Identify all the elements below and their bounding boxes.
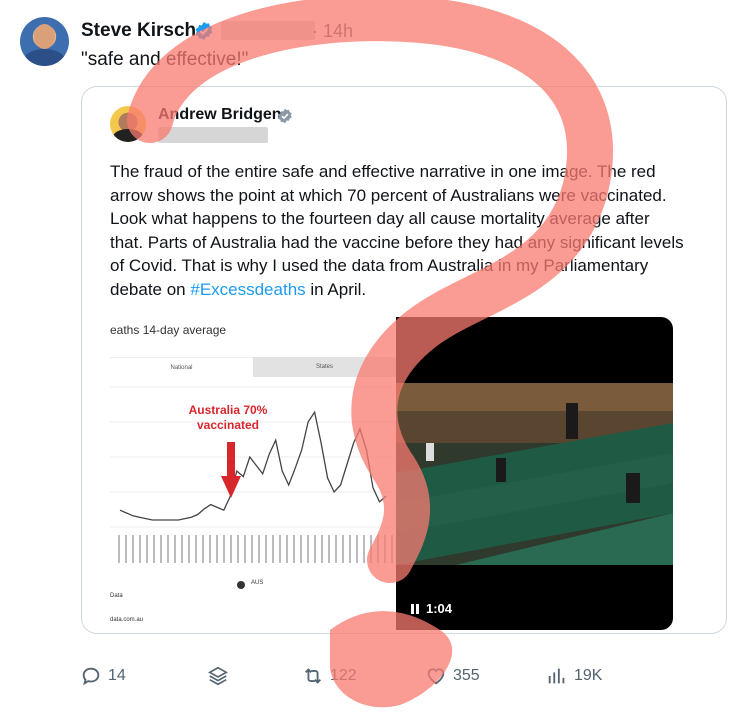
reply-icon (82, 667, 100, 686)
chart-source-label: Data (110, 593, 123, 599)
x-tick-label (363, 535, 365, 563)
like-button[interactable]: 355 (425, 665, 480, 687)
x-tick-label (377, 535, 379, 563)
verified-badge-icon (195, 21, 213, 41)
quoted-author-name[interactable]: Andrew Bridgen (158, 106, 282, 124)
x-tick-label (314, 535, 316, 563)
quoted-author-avatar[interactable] (110, 106, 146, 142)
hashtag-link[interactable]: #Excessdeaths (190, 280, 305, 299)
retweet-icon (305, 668, 321, 684)
retweet-button[interactable]: 122 (302, 665, 357, 687)
x-tick-label (125, 535, 127, 563)
author-name[interactable]: Steve Kirsch (81, 20, 196, 42)
x-tick-label (370, 535, 372, 563)
x-tick-label (195, 535, 197, 563)
x-tick-label (356, 535, 358, 563)
parliament-video-frame (396, 383, 673, 565)
action-bar: 14 122 355 19K (0, 665, 750, 695)
avatar-face (34, 24, 55, 49)
annotation-line1: Australia 70% (188, 403, 268, 417)
x-tick-label (279, 535, 281, 563)
quoted-text-end: in April. (305, 279, 367, 299)
view-count: 19K (574, 667, 603, 684)
x-tick-label (244, 535, 246, 563)
x-tick-label (216, 535, 218, 563)
x-tick-label (258, 535, 260, 563)
avatar-suit (113, 129, 143, 142)
chart-tab-national: National (110, 357, 253, 378)
x-tick-label (307, 535, 309, 563)
x-tick-label (349, 535, 351, 563)
annotation-line2: vaccinated (196, 418, 260, 432)
pause-icon[interactable] (410, 604, 420, 614)
x-tick-label (223, 535, 225, 563)
tweet-time[interactable]: · 14h (312, 21, 353, 42)
x-tick-label (139, 535, 141, 563)
reply-button[interactable]: 14 (80, 665, 126, 687)
x-tick-label (293, 535, 295, 563)
bookmark-stack-button[interactable] (207, 665, 229, 687)
red-arrow-icon (221, 442, 241, 498)
x-tick-label (328, 535, 330, 563)
quoted-handle-redacted (158, 127, 268, 143)
video-player[interactable]: 1:04 (396, 317, 673, 630)
quoted-tweet-text: The fraud of the entire safe and effecti… (110, 160, 685, 301)
x-tick-label (167, 535, 169, 563)
x-tick-label (300, 535, 302, 563)
author-avatar[interactable] (20, 17, 69, 66)
legend-label: AUS (251, 580, 264, 586)
x-tick-label (146, 535, 148, 563)
x-tick-label (272, 535, 274, 563)
avatar-shirt (24, 49, 65, 66)
x-tick-label (321, 535, 323, 563)
x-tick-label (181, 535, 183, 563)
x-tick-label (160, 535, 162, 563)
tweet-text: "safe and effective!" (81, 49, 249, 70)
x-tick-label (342, 535, 344, 563)
chart-title: eaths 14-day average (110, 323, 227, 337)
author-handle-redacted (221, 21, 315, 40)
x-tick-label (188, 535, 190, 563)
analytics-icon (548, 668, 565, 684)
reply-count: 14 (108, 667, 126, 684)
video-duration: 1:04 (426, 601, 453, 616)
chart-image[interactable]: eaths 14-day average National States Aus… (110, 317, 396, 630)
tweet[interactable]: Steve Kirsch · 14h "safe and effective!"… (0, 0, 750, 718)
chart-annotation: Australia 70% vaccinated (188, 403, 268, 433)
x-tick-label (391, 535, 393, 563)
quoted-text-main: The fraud of the entire safe and effecti… (110, 162, 684, 299)
legend-marker (237, 581, 245, 589)
chart-tab-states: States (253, 357, 396, 377)
x-tick-label (174, 535, 176, 563)
chart-source-url: data.com.au (110, 617, 144, 623)
x-tick-label (237, 535, 239, 563)
x-tick-label (384, 535, 386, 563)
x-tick-label (202, 535, 204, 563)
x-tick-label (251, 535, 253, 563)
views-button[interactable]: 19K (546, 665, 602, 687)
x-tick-label (209, 535, 211, 563)
x-tick-label (335, 535, 337, 563)
x-tick-label (118, 535, 120, 563)
layers-icon (208, 666, 228, 686)
x-tick-label (230, 535, 232, 563)
x-tick-label (286, 535, 288, 563)
x-tick-label (265, 535, 267, 563)
verified-badge-icon (278, 108, 292, 124)
retweet-count: 122 (330, 667, 357, 684)
like-count: 355 (453, 667, 480, 684)
heart-icon (427, 668, 445, 685)
x-tick-label (132, 535, 134, 563)
x-tick-label (153, 535, 155, 563)
